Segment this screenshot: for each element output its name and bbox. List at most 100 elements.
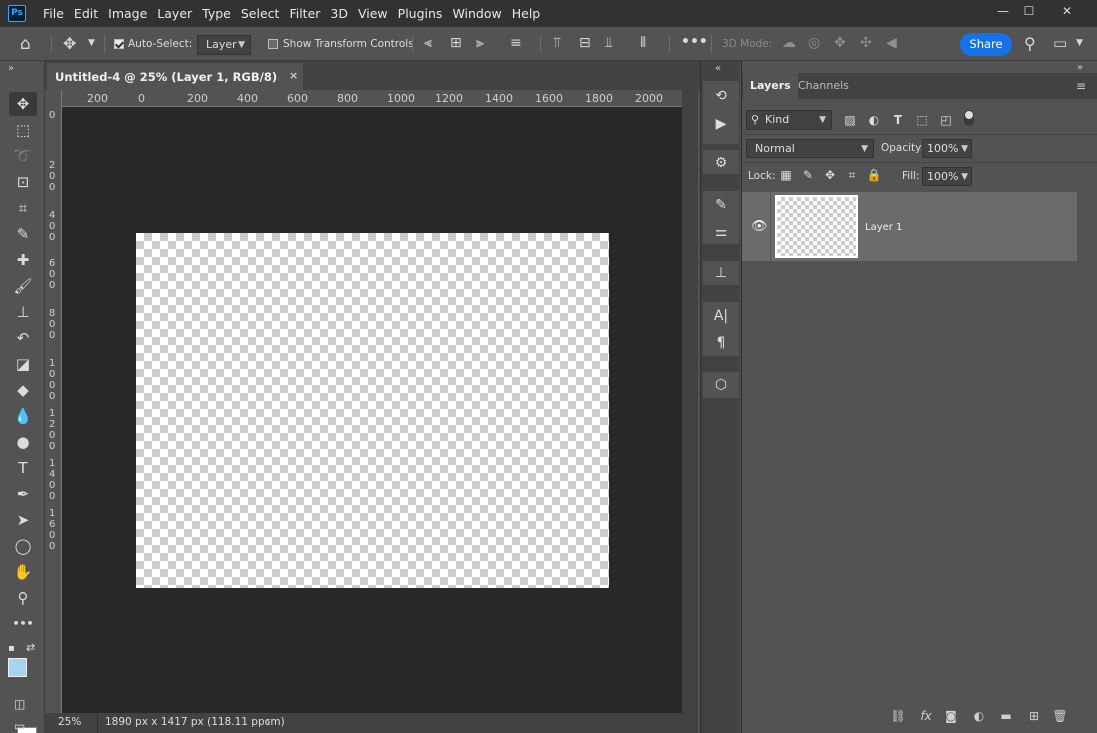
brush-settings-icon[interactable]: ✎ [709, 194, 733, 216]
fill-field[interactable]: 100% ▼ [922, 167, 972, 186]
swap-colors-icon[interactable]: ⇄ [26, 641, 35, 654]
foreground-color-swatch[interactable] [8, 658, 27, 677]
align-hcenter-icon[interactable]: ⊞ [450, 35, 462, 51]
close-window-icon[interactable]: ✕ [1052, 0, 1082, 22]
type-tool-icon[interactable]: T [9, 456, 37, 480]
auto-select-target-dropdown[interactable]: Layer ▼ [197, 35, 251, 55]
tab-layers[interactable]: Layers [743, 73, 798, 99]
opacity-field[interactable]: 100% ▼ [922, 139, 972, 158]
vertical-scrollbar[interactable] [682, 90, 698, 713]
clone-source-icon[interactable]: ⊥ [709, 262, 733, 284]
screen-mode-icon[interactable]: ▭ [14, 719, 25, 733]
brushes-icon[interactable]: ⚌ [709, 221, 733, 243]
menu-plugins[interactable]: Plugins [393, 0, 448, 27]
new-layer-icon[interactable]: ⊞ [1025, 709, 1043, 723]
pen-tool-icon[interactable]: ✒ [9, 482, 37, 506]
paint-bucket-tool-icon[interactable]: ◆ [9, 378, 37, 402]
default-colors-icon[interactable]: ▪ [8, 643, 15, 654]
layers-scrollbar[interactable] [1080, 192, 1097, 712]
blur-tool-icon[interactable]: 💧 [9, 404, 37, 428]
path-select-tool-icon[interactable]: ➤ [9, 508, 37, 532]
adjustment-filter-icon[interactable]: ◐ [866, 113, 882, 127]
paragraph-icon[interactable]: ¶ [709, 332, 733, 354]
lock-all-icon[interactable]: 🔒 [866, 168, 882, 182]
rect-marquee-tool-icon[interactable]: ⬚ [9, 118, 37, 142]
menu-filter[interactable]: Filter [284, 0, 325, 27]
chevron-down-icon[interactable]: ▼ [1076, 38, 1083, 48]
menu-window[interactable]: Window [447, 0, 506, 27]
3d-orbit-icon[interactable]: ☁ [782, 35, 796, 51]
menu-layer[interactable]: Layer [152, 0, 197, 27]
dodge-tool-icon[interactable]: ● [9, 430, 37, 454]
lock-image-icon[interactable]: ✎ [800, 168, 816, 182]
object-select-tool-icon[interactable]: ⊡ [9, 170, 37, 194]
menu-file[interactable]: File [38, 0, 69, 27]
character-icon[interactable]: A| [709, 305, 733, 327]
workspace-icon[interactable]: ▭ [1053, 34, 1067, 52]
smart-object-filter-icon[interactable]: ◰ [938, 113, 954, 127]
eye-visibility-icon[interactable]: 👁 [751, 219, 768, 234]
3d-panel-icon[interactable]: ⬡ [709, 374, 733, 396]
menu-image[interactable]: Image [103, 0, 152, 27]
zoom-tool-icon[interactable]: ⚲ [9, 586, 37, 610]
eyedropper-tool-icon[interactable]: ✎ [9, 222, 37, 246]
menu-select[interactable]: Select [236, 0, 285, 27]
type-filter-icon[interactable]: T [890, 113, 906, 127]
filter-kind-dropdown[interactable]: ⚲ Kind ▼ [746, 110, 832, 130]
menu-view[interactable]: View [353, 0, 393, 27]
layer-style-fx-icon[interactable]: fx [917, 709, 935, 723]
lasso-tool-icon[interactable]: ➰ [9, 144, 37, 168]
3d-pan-icon[interactable]: ✥ [834, 35, 846, 51]
show-transform-checkbox[interactable] [268, 39, 278, 49]
adjustments-icon[interactable]: ⚙ [709, 152, 733, 174]
vertical-ruler[interactable]: 0 200 400 600 800 1000 1200 1400 1600 [45, 90, 62, 713]
pixel-filter-icon[interactable]: ▨ [842, 113, 858, 127]
home-icon[interactable]: ⌂ [20, 34, 31, 54]
shape-filter-icon[interactable]: ⬚ [914, 113, 930, 127]
lock-artboard-icon[interactable]: ⌗ [844, 168, 860, 183]
filter-toggle[interactable] [964, 110, 974, 126]
share-button[interactable]: Share [960, 33, 1012, 56]
layer-name[interactable]: Layer 1 [865, 222, 902, 233]
menu-3d[interactable]: 3D [325, 0, 353, 27]
horizontal-ruler[interactable]: 200 0 200 400 600 800 1000 1200 1400 1600 1800 2000 [45, 90, 682, 107]
menu-edit[interactable]: Edit [69, 0, 103, 27]
crop-tool-icon[interactable]: ⌗ [9, 196, 37, 220]
3d-scale-icon[interactable]: ◀ [886, 35, 897, 51]
document-tab[interactable]: Untitled-4 @ 25% (Layer 1, RGB/8) × [47, 63, 303, 90]
move-tool-icon[interactable]: ✥ [9, 92, 37, 116]
align-right-icon[interactable]: ⫸ [476, 35, 484, 51]
collapse-icon[interactable]: » [8, 63, 14, 74]
distribute-horizontal-icon[interactable]: ⦀ [640, 35, 646, 51]
menu-help[interactable]: Help [507, 0, 546, 27]
history-brush-tool-icon[interactable]: ↶ [9, 326, 37, 350]
ellipse-tool-icon[interactable]: ◯ [9, 534, 37, 558]
align-top-icon[interactable]: ⫪ [553, 35, 561, 51]
brush-tool-icon[interactable]: 🖌 [9, 274, 37, 298]
lock-position-icon[interactable]: ✥ [822, 168, 838, 182]
search-icon[interactable]: ⚲ [1024, 34, 1036, 53]
clone-stamp-tool-icon[interactable]: ⊥ [9, 300, 37, 324]
actions-icon[interactable]: ▶ [709, 113, 733, 135]
collapse-icon[interactable]: » [1077, 62, 1083, 73]
hand-tool-icon[interactable]: ✋ [9, 560, 37, 584]
move-tool-preset-icon[interactable]: ✥ [63, 34, 76, 53]
new-group-icon[interactable]: ▬ [997, 709, 1015, 723]
blend-mode-dropdown[interactable]: Normal ▼ [746, 139, 874, 158]
quick-mask-icon[interactable]: ◫ [14, 697, 25, 711]
eraser-tool-icon[interactable]: ◪ [9, 352, 37, 376]
lock-transparency-icon[interactable]: ▦ [778, 168, 794, 182]
align-vcenter-icon[interactable]: ⊟ [579, 35, 591, 51]
history-icon[interactable]: ⟲ [709, 85, 733, 107]
layer-thumbnail[interactable] [775, 195, 858, 258]
align-bottom-icon[interactable]: ⫫ [605, 35, 613, 51]
layer-row[interactable]: 👁 Layer 1 [742, 192, 1077, 261]
panel-menu-icon[interactable]: ≡ [1076, 79, 1086, 93]
chevron-down-icon[interactable]: ▼ [88, 38, 95, 48]
maximize-icon[interactable]: ☐ [1014, 0, 1044, 22]
delete-layer-icon[interactable]: 🗑 [1051, 709, 1069, 723]
link-layers-icon[interactable]: ⛓ [889, 709, 907, 723]
status-menu-arrow-icon[interactable]: › [266, 715, 271, 729]
auto-select-checkbox[interactable] [114, 39, 124, 49]
document-canvas[interactable] [136, 233, 609, 588]
